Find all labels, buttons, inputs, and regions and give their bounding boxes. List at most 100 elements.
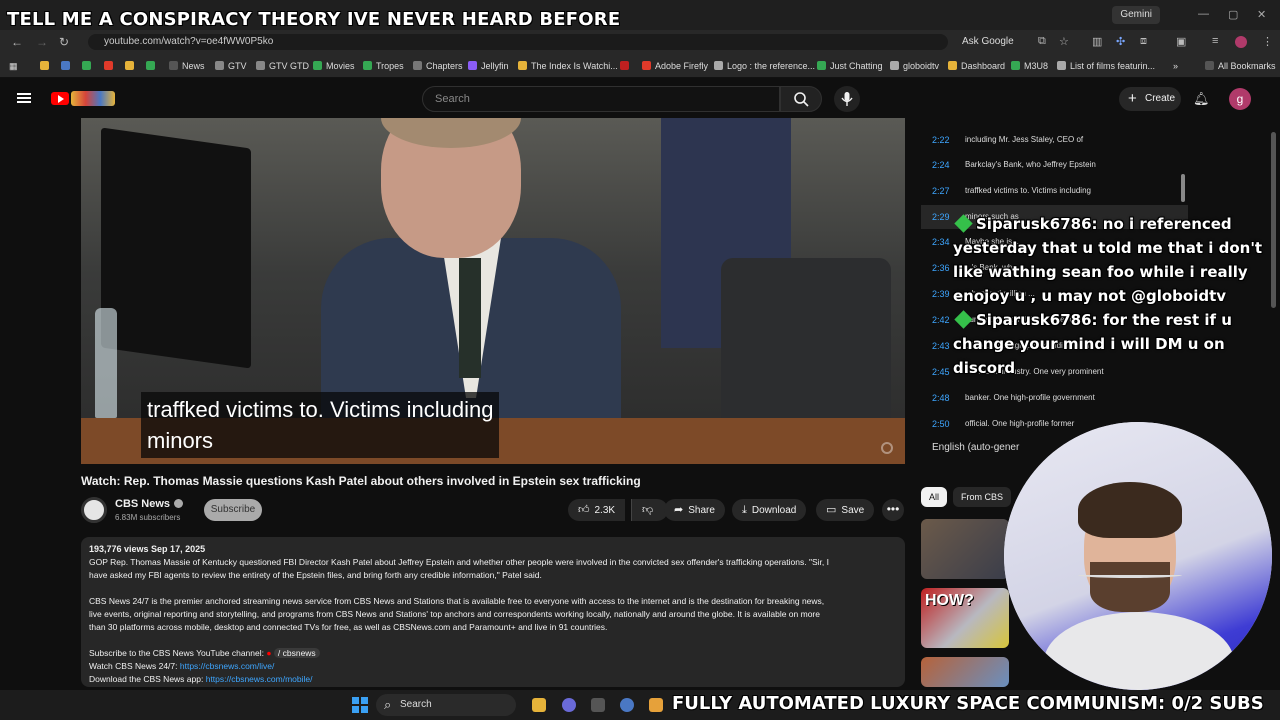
recommended-video-thumbnail[interactable]	[921, 657, 1009, 687]
save-button[interactable]: ▭ Save	[816, 499, 875, 521]
menu-icon[interactable]	[17, 93, 31, 103]
subs-goal-overlay: FULLY AUTOMATED LUXURY SPACE COMMUNISM: …	[672, 693, 1264, 714]
channel-link[interactable]: / cbsnews	[273, 648, 320, 658]
video-description[interactable]: 193,776 views Sep 17, 2025 GOP Rep. Thom…	[81, 537, 905, 687]
gemini-button[interactable]: Gemini	[1112, 6, 1160, 24]
share-label: Share	[688, 505, 715, 516]
file-explorer-icon[interactable]	[532, 698, 546, 712]
bookmark-label: News	[182, 61, 205, 71]
like-button[interactable]: 👍︎ 2.3K	[568, 499, 626, 521]
windows-start-icon[interactable]	[352, 697, 368, 713]
subscribe-button[interactable]: Subscribe	[204, 499, 262, 521]
bookmark-index[interactable]: The Index Is Watchi...	[518, 61, 618, 71]
bookmark-favicon	[61, 61, 70, 70]
extensions-icon[interactable]: ▣	[1176, 35, 1186, 48]
page-scrollbar[interactable]	[1271, 132, 1276, 308]
chat-message: Siparusk6786: for the rest if u change y…	[953, 310, 1232, 377]
transcript-segment[interactable]: 2:27 traffked victims to. Victims includi…	[921, 179, 1188, 203]
channel-avatar[interactable]	[81, 497, 107, 523]
plus-icon: +	[1128, 90, 1137, 107]
filter-chip-all[interactable]: All	[921, 487, 948, 507]
search-button[interactable]	[780, 86, 822, 112]
extension-2-icon[interactable]: ✣	[1116, 35, 1125, 48]
channel-name[interactable]: CBS News	[115, 498, 184, 510]
filter-chip-from-channel[interactable]: From CBS	[953, 487, 1012, 507]
bookmarks-overflow-icon[interactable]: »	[1173, 61, 1178, 71]
bookmark-movies[interactable]: Movies	[313, 61, 355, 71]
save-label: Save	[841, 505, 865, 516]
bookmark-gtv-gtd[interactable]: GTV GTD	[256, 61, 309, 71]
adobe-icon	[642, 61, 651, 70]
create-button[interactable]: + Create	[1119, 87, 1181, 111]
segment-timestamp: 2:24	[932, 160, 950, 170]
app-icon[interactable]	[620, 698, 634, 712]
forward-icon[interactable]: →	[36, 35, 48, 49]
url-field[interactable]: youtube.com/watch?v=oe4fWW0P5ko	[88, 34, 948, 50]
video-captions: traffked victims to. Victims including m…	[141, 392, 500, 458]
segment-text: banker. One high-profile government	[965, 393, 1095, 402]
bookmark-list-of-films[interactable]: List of films featurin...	[1057, 61, 1155, 71]
app-icon[interactable]	[591, 698, 605, 712]
back-icon[interactable]: ←	[11, 35, 23, 49]
extension-icon[interactable]: ▥	[1092, 35, 1102, 48]
video-player[interactable]: traffked victims to. Victims including m…	[81, 118, 905, 464]
chat-message: Siparusk6786: no i referenced yesterday …	[953, 214, 1263, 305]
apps-icon[interactable]: ▦	[9, 61, 18, 72]
dislike-button[interactable]: 👎︎	[631, 499, 669, 521]
bookmark-chapters[interactable]: Chapters	[413, 61, 463, 71]
maximize-icon[interactable]: ▢	[1228, 8, 1238, 21]
bookmark-label: GTV	[228, 61, 247, 71]
bookmark-jellyfin[interactable]: Jellyfin	[468, 61, 509, 71]
segment-timestamp: 2:48	[932, 393, 950, 403]
bookmark-tropes[interactable]: Tropes	[363, 61, 404, 71]
bookmark-star-icon[interactable]: ☆	[1059, 35, 1069, 48]
recommended-video-thumbnail[interactable]	[921, 519, 1009, 579]
bookmark-m3u8[interactable]: M3U8	[1011, 61, 1048, 71]
segment-timestamp: 2:39	[932, 289, 950, 299]
account-avatar[interactable]: g	[1229, 88, 1251, 110]
search-input[interactable]: Search	[422, 86, 780, 112]
bookmark-adobe-firefly[interactable]: Adobe Firefly	[642, 61, 708, 71]
transcript-segment[interactable]: 2:24 Barkclay's Bank, who Jeffrey Epstein	[921, 153, 1188, 177]
bookmark-globoidtv[interactable]: globoidtv	[890, 61, 939, 71]
sidebar-icon[interactable]: ≡	[1212, 35, 1218, 47]
bookmark-favicon	[146, 61, 155, 70]
caption-line: minors	[147, 428, 214, 453]
transcript-segment[interactable]: 2:22 including Mr. Jess Staley, CEO of	[921, 128, 1188, 152]
bookmark-just-chatting[interactable]: Just Chatting	[817, 61, 883, 71]
more-actions-button[interactable]: •••	[882, 499, 904, 521]
notifications-bell-icon[interactable]: 🔔︎	[1193, 91, 1210, 107]
all-bookmarks[interactable]: All Bookmarks	[1205, 61, 1276, 71]
bookmark-gtv[interactable]: GTV	[215, 61, 247, 71]
bookmark-logo-reference[interactable]: Logo : the reference...	[714, 61, 815, 71]
app-link[interactable]: https://cbsnews.com/mobile/	[206, 674, 313, 684]
youtube-doodle[interactable]	[71, 91, 115, 106]
transcript-segment[interactable]: 2:48 banker. One high-profile government	[921, 386, 1188, 410]
live-link[interactable]: https://cbsnews.com/live/	[180, 661, 274, 671]
ask-google-button[interactable]: Ask Google	[962, 36, 1014, 47]
share-button[interactable]: ➦ Share	[664, 499, 725, 521]
bookmark-favicon	[468, 61, 477, 70]
extension-3-icon[interactable]: ⧈	[1140, 35, 1147, 48]
menu-dots-icon[interactable]: ⋮	[1262, 35, 1273, 48]
bookmark-dashboard[interactable]: Dashboard	[948, 61, 1005, 71]
install-icon[interactable]: ⧉	[1038, 35, 1046, 48]
app-icon[interactable]	[649, 698, 663, 712]
bookmark-favicon	[104, 61, 113, 70]
close-icon[interactable]: ✕	[1257, 8, 1266, 21]
voice-search-button[interactable]	[834, 86, 860, 112]
player-settings-icon[interactable]	[881, 442, 893, 454]
transcript-scrollbar[interactable]	[1181, 174, 1185, 202]
download-button[interactable]: ⤓ Download	[732, 499, 807, 521]
profile-avatar[interactable]	[1235, 36, 1247, 48]
bookmark-news[interactable]: News	[169, 61, 205, 71]
chat-username: Siparusk6786	[976, 215, 1092, 233]
youtube-logo[interactable]	[51, 92, 69, 105]
reload-icon[interactable]: ↻	[59, 35, 69, 49]
taskbar-search[interactable]: Search	[376, 694, 516, 716]
minimize-icon[interactable]: —	[1198, 8, 1209, 20]
recommended-video-thumbnail[interactable]: HOW?	[921, 588, 1009, 648]
segment-text: including Mr. Jess Staley, CEO of	[965, 135, 1084, 144]
caption-line: traffked victims to. Victims including	[147, 397, 494, 422]
app-icon[interactable]	[562, 698, 576, 712]
